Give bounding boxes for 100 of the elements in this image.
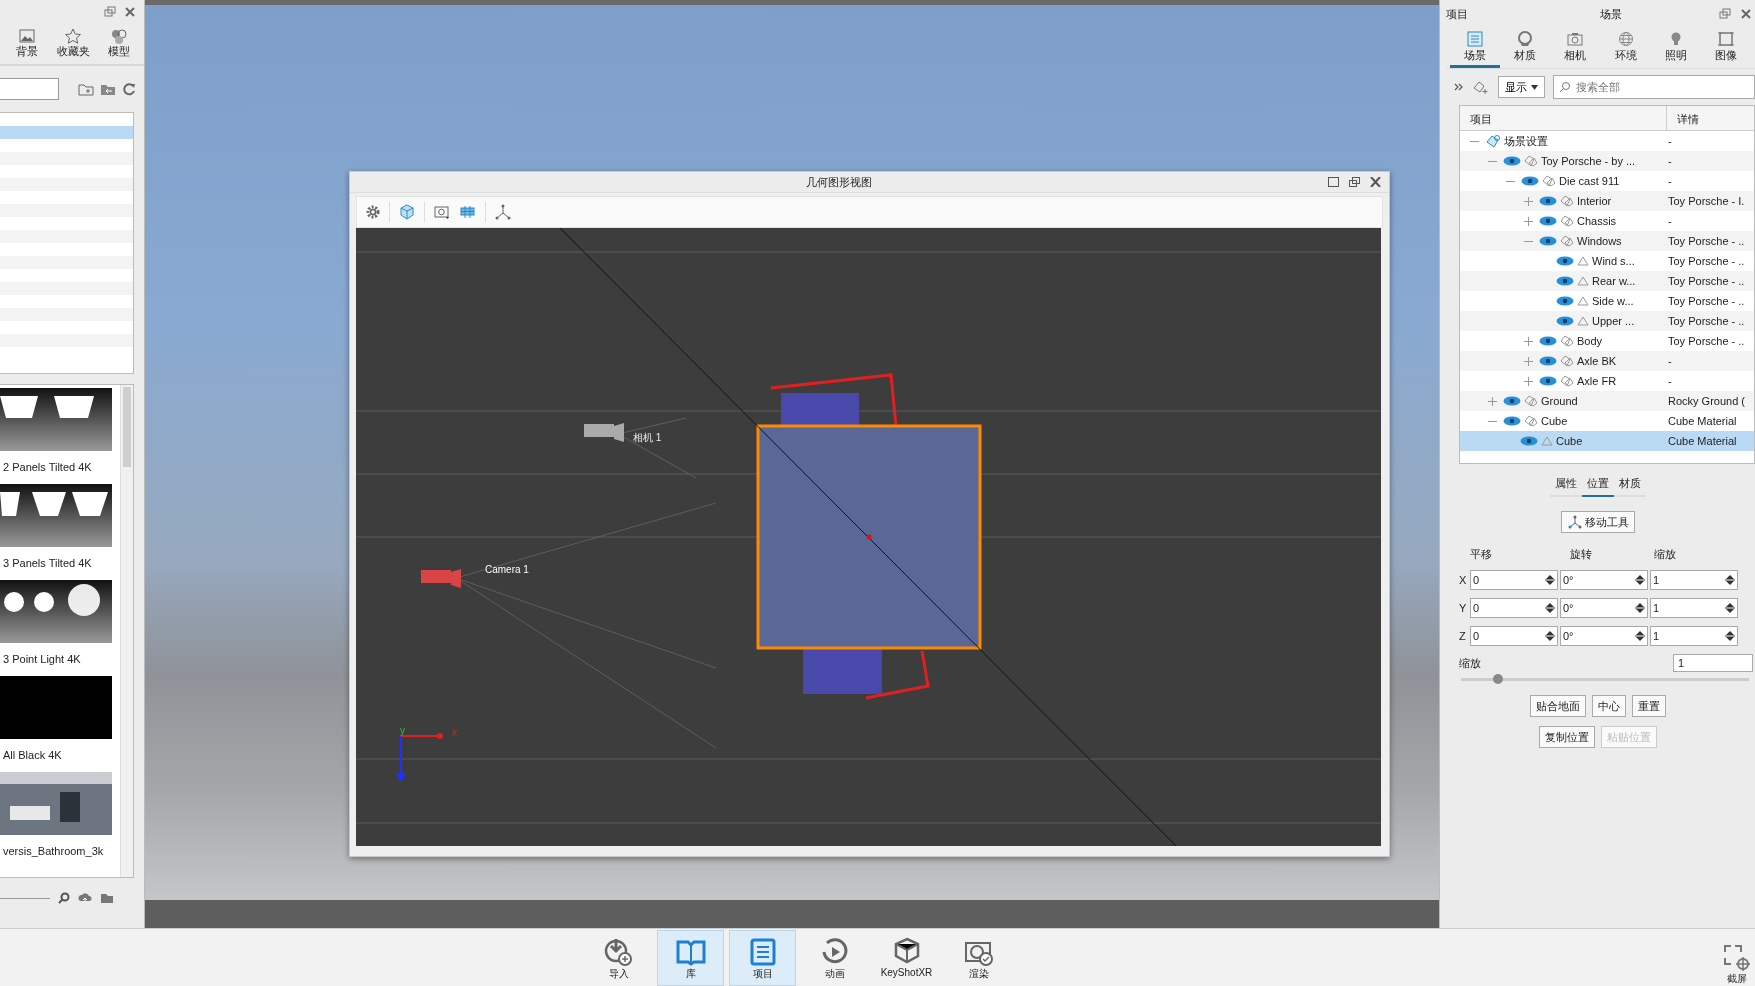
spinner-arrows-icon[interactable] bbox=[1545, 602, 1555, 614]
restore-icon[interactable] bbox=[1719, 8, 1731, 20]
tree-row[interactable]: Axle BK - bbox=[1460, 351, 1754, 371]
action-button[interactable]: 中心 bbox=[1591, 695, 1626, 717]
tree-row[interactable]: Ground Rocky Ground ( bbox=[1460, 391, 1754, 411]
panel-tab[interactable]: 材质 bbox=[1500, 28, 1551, 68]
column-header[interactable]: 项目 bbox=[1460, 106, 1667, 130]
close-icon[interactable] bbox=[1370, 177, 1381, 187]
action-button[interactable]: 重置 bbox=[1631, 695, 1666, 717]
tree-row[interactable]: Upper ... Toy Porsche - .. bbox=[1460, 311, 1754, 331]
toolbar-button[interactable]: KeyShotXR bbox=[873, 930, 940, 986]
tree-row[interactable]: Cube Cube Material bbox=[1460, 411, 1754, 431]
spinner-arrows-icon[interactable] bbox=[1635, 630, 1645, 642]
camera-model[interactable] bbox=[421, 569, 461, 588]
eye-icon[interactable] bbox=[1539, 236, 1557, 246]
eye-icon[interactable] bbox=[1556, 316, 1574, 326]
number-field[interactable]: 0° bbox=[1560, 598, 1648, 618]
toolbar-button[interactable]: 导入 bbox=[585, 930, 652, 986]
panel-tab[interactable]: 环境 bbox=[1600, 28, 1651, 68]
settings-icon[interactable] bbox=[365, 204, 381, 220]
tree-row[interactable]: Interior Toy Porsche - I. bbox=[1460, 191, 1754, 211]
number-field[interactable]: 1 bbox=[1650, 626, 1738, 646]
environment-preview[interactable] bbox=[0, 484, 112, 547]
panel-tab[interactable]: 相机 bbox=[1550, 28, 1601, 68]
refresh-icon[interactable] bbox=[122, 82, 136, 96]
slider-thumb[interactable] bbox=[1493, 674, 1504, 684]
spinner-arrows-icon[interactable] bbox=[1635, 602, 1645, 614]
expand-icon[interactable] bbox=[1524, 376, 1533, 386]
toolbar-button[interactable]: 动画 bbox=[801, 930, 868, 986]
expand-icon[interactable] bbox=[1524, 356, 1533, 366]
close-icon[interactable] bbox=[1741, 8, 1751, 20]
library-tab[interactable]: 收藏夹 bbox=[52, 28, 94, 64]
action-button[interactable]: 复制位置 bbox=[1538, 726, 1595, 748]
toolbar-button[interactable]: 库 bbox=[657, 930, 724, 986]
viewport-canvas[interactable]: 相机 1 Camera 1 y x bbox=[356, 228, 1381, 846]
cloud-upload-icon[interactable] bbox=[78, 892, 92, 904]
search-field[interactable]: 搜索全部 bbox=[1553, 75, 1755, 99]
tree-row[interactable]: Body Toy Porsche - .. bbox=[1460, 331, 1754, 351]
close-icon[interactable] bbox=[124, 6, 136, 18]
property-tab[interactable]: 属性 bbox=[1549, 474, 1582, 497]
display-dropdown[interactable]: 显示 bbox=[1498, 76, 1545, 98]
panel-tab[interactable]: 照明 bbox=[1650, 28, 1701, 68]
number-field[interactable]: 1 bbox=[1650, 598, 1738, 618]
eye-icon[interactable] bbox=[1539, 336, 1557, 346]
tree-row[interactable]: 场景设置 - bbox=[1460, 131, 1754, 151]
tree-row[interactable]: Chassis - bbox=[1460, 211, 1754, 231]
tree-row[interactable]: Windows Toy Porsche - .. bbox=[1460, 231, 1754, 251]
restore-icon[interactable] bbox=[104, 6, 116, 18]
spinner-arrows-icon[interactable] bbox=[1545, 574, 1555, 586]
eye-icon[interactable] bbox=[1503, 416, 1521, 426]
action-button[interactable]: 贴合地面 bbox=[1529, 695, 1586, 717]
screenshot-button[interactable]: 截屏 bbox=[1723, 944, 1751, 986]
folder-icon[interactable] bbox=[100, 892, 114, 904]
expand-icon[interactable] bbox=[1524, 216, 1533, 226]
toolbar-button[interactable]: 项目 bbox=[729, 930, 796, 986]
eye-icon[interactable] bbox=[1503, 156, 1521, 166]
eye-icon[interactable] bbox=[1539, 196, 1557, 206]
search-icon[interactable] bbox=[58, 892, 70, 904]
environment-preview[interactable] bbox=[0, 388, 112, 451]
number-field[interactable]: 0° bbox=[1560, 570, 1648, 590]
move-tool-icon[interactable] bbox=[494, 204, 512, 220]
panel-tab[interactable]: 图像 bbox=[1700, 28, 1752, 68]
eye-icon[interactable] bbox=[1556, 256, 1574, 266]
eye-icon[interactable] bbox=[1503, 396, 1521, 406]
tree-row[interactable]: Rear w... Toy Porsche - .. bbox=[1460, 271, 1754, 291]
library-tab[interactable]: 模型 bbox=[98, 28, 140, 64]
tree-row[interactable]: Side w... Toy Porsche - .. bbox=[1460, 291, 1754, 311]
cube-icon[interactable] bbox=[398, 204, 416, 220]
camera-model[interactable] bbox=[584, 423, 624, 442]
tree-row[interactable]: Toy Porsche - by ... - bbox=[1460, 151, 1754, 171]
mesh-object[interactable] bbox=[803, 648, 882, 694]
environment-preview[interactable] bbox=[0, 580, 112, 643]
toolbar-button[interactable]: 渲染 bbox=[945, 930, 1012, 986]
eye-icon[interactable] bbox=[1539, 376, 1557, 386]
spinner-arrows-icon[interactable] bbox=[1635, 574, 1645, 586]
eye-icon[interactable] bbox=[1539, 216, 1557, 226]
eye-icon[interactable] bbox=[1520, 436, 1538, 446]
eye-icon[interactable] bbox=[1556, 296, 1574, 306]
expand-icon[interactable] bbox=[1524, 336, 1533, 346]
column-header[interactable]: 详情 bbox=[1667, 106, 1699, 130]
add-object-icon[interactable] bbox=[1472, 79, 1490, 95]
number-field[interactable]: 0° bbox=[1560, 626, 1648, 646]
move-tool-button[interactable]: 移动工具 bbox=[1560, 511, 1635, 533]
spinner-arrows-icon[interactable] bbox=[1725, 574, 1735, 586]
folder-add-icon[interactable] bbox=[78, 82, 94, 96]
tree-row[interactable]: Axle FR - bbox=[1460, 371, 1754, 391]
spinner-arrows-icon[interactable] bbox=[1725, 602, 1735, 614]
panel-tab[interactable]: 场景 bbox=[1450, 28, 1501, 68]
eye-icon[interactable] bbox=[1539, 356, 1557, 366]
number-field[interactable]: 0 bbox=[1470, 570, 1558, 590]
double-chevron-icon[interactable] bbox=[1454, 82, 1464, 92]
scrollbar-thumb[interactable] bbox=[123, 387, 131, 467]
spinner-arrows-icon[interactable] bbox=[1725, 630, 1735, 642]
property-tab[interactable]: 位置 bbox=[1581, 474, 1614, 497]
library-tab[interactable]: 背景 bbox=[6, 28, 48, 64]
eye-icon[interactable] bbox=[1556, 276, 1574, 286]
camera-icon[interactable] bbox=[433, 204, 451, 220]
maximize-icon[interactable] bbox=[1328, 177, 1339, 187]
number-field[interactable]: 0 bbox=[1470, 598, 1558, 618]
tree-row[interactable]: Die cast 911 - bbox=[1460, 171, 1754, 191]
